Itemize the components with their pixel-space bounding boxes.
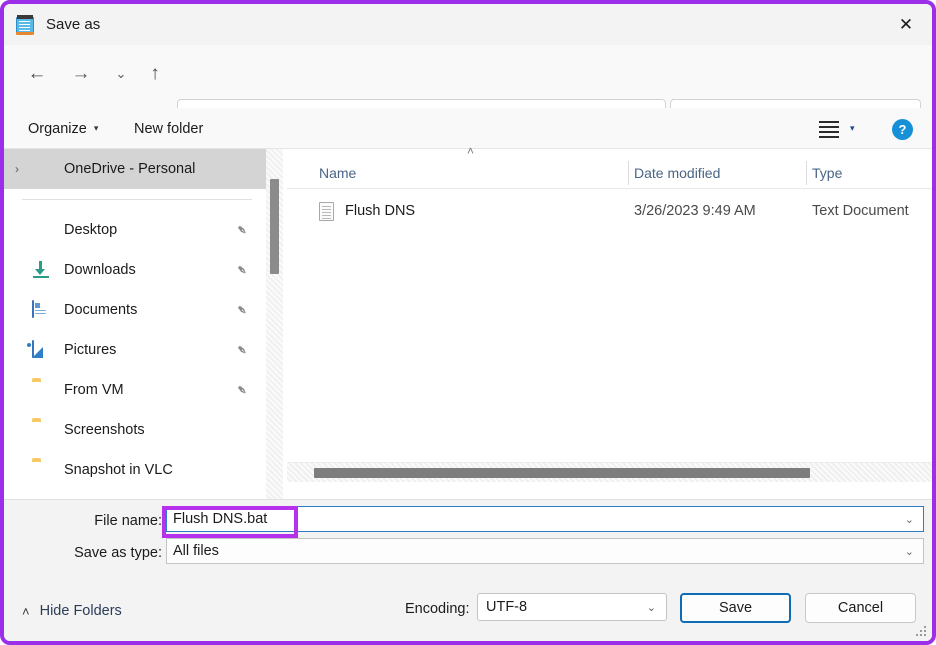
encoding-select[interactable]: UTF-8 ⌄ (477, 593, 667, 621)
sidebar-item-desktop[interactable]: Desktop ✒ (4, 210, 266, 250)
organize-button[interactable]: Organize ▾ (20, 108, 106, 149)
browser-body: › OneDrive - Personal Desktop ✒ Download… (4, 144, 932, 499)
column-header-name[interactable]: Name (319, 157, 356, 189)
chevron-down-icon[interactable]: ⌄ (905, 545, 914, 558)
sidebar-item-label: Downloads (64, 262, 136, 278)
pin-icon[interactable]: ✒ (232, 260, 253, 280)
file-list-horizontal-scrollbar[interactable] (287, 462, 932, 482)
title-bar: Save as ✕ (4, 4, 932, 45)
chevron-down-icon: ▾ (93, 123, 99, 133)
file-name-cell: Flush DNS (345, 203, 416, 219)
documents-icon (32, 299, 54, 320)
sidebar-item-label: From VM (64, 382, 124, 398)
recent-locations-icon[interactable]: ⌄ (102, 55, 140, 93)
text-file-icon (319, 201, 334, 221)
forward-icon[interactable]: → (62, 55, 100, 93)
file-type-cell: Text Document (812, 203, 909, 219)
file-list-pane: ˄ Name Date modified Type Flush DNS 3/26… (287, 144, 932, 499)
file-name-value: Flush DNS.bat (173, 511, 268, 527)
pin-icon[interactable]: ✒ (232, 300, 253, 320)
organize-label: Organize (28, 120, 87, 137)
column-header-type[interactable]: Type (812, 157, 842, 189)
close-icon[interactable]: ✕ (880, 4, 932, 45)
sidebar-item-from-vm[interactable]: From VM ✒ (4, 370, 266, 410)
file-list-scrollbar-thumb[interactable] (314, 468, 810, 478)
folder-icon (32, 421, 54, 440)
up-one-level-icon[interactable]: ↑ (136, 55, 174, 93)
sidebar-item-documents[interactable]: Documents ✒ (4, 290, 266, 330)
encoding-label: Encoding: (405, 601, 470, 617)
help-button[interactable]: ? (892, 119, 913, 140)
save-as-type-label: Save as type: (74, 545, 162, 561)
chevron-down-icon[interactable]: ⌄ (905, 513, 914, 526)
sort-ascending-icon: ˄ (467, 144, 475, 158)
column-divider[interactable] (806, 161, 807, 185)
file-name-input[interactable]: Flush DNS.bat ⌄ (166, 506, 924, 532)
downloads-icon (32, 261, 54, 280)
onedrive-cloud-icon (32, 160, 54, 179)
sidebar-item-label: OneDrive - Personal (64, 161, 196, 177)
back-icon[interactable]: ← (18, 55, 56, 93)
sidebar-item-onedrive[interactable]: › OneDrive - Personal (4, 149, 266, 189)
desktop-icon (32, 221, 54, 240)
table-row[interactable]: Flush DNS 3/26/2023 9:49 AM Text Documen… (287, 193, 932, 229)
sidebar-item-pictures[interactable]: Pictures ✒ (4, 330, 266, 370)
sidebar-scrollbar[interactable] (266, 149, 283, 499)
page-title: Save as (46, 16, 101, 33)
save-as-type-value: All files (173, 543, 219, 559)
resize-grip[interactable] (916, 626, 927, 637)
pictures-icon (32, 339, 54, 360)
sidebar-divider (22, 199, 252, 200)
column-header-date-modified[interactable]: Date modified (634, 157, 720, 189)
chevron-down-icon[interactable]: ⌄ (647, 601, 656, 614)
sidebar-item-label: Screenshots (64, 422, 145, 438)
cancel-button[interactable]: Cancel (805, 593, 916, 623)
save-as-type-select[interactable]: All files ⌄ (166, 538, 924, 564)
pin-icon[interactable]: ✒ (232, 380, 253, 400)
list-view-icon[interactable] (816, 118, 842, 140)
new-folder-label: New folder (134, 120, 204, 137)
view-options-chevron-down-icon[interactable]: ▾ (850, 123, 855, 134)
folder-icon (32, 381, 54, 400)
sidebar-item-label: Desktop (64, 222, 118, 238)
save-button[interactable]: Save (680, 593, 791, 623)
hide-folders-label: Hide Folders (39, 603, 122, 619)
sidebar-item-label: Documents (64, 302, 138, 318)
encoding-value: UTF-8 (486, 599, 528, 615)
save-form: File name: Flush DNS.bat ⌄ Save as type:… (4, 499, 932, 641)
sidebar-item-label: Pictures (64, 342, 117, 358)
pin-icon[interactable]: ✒ (232, 220, 253, 240)
chevron-up-icon: ˄ (22, 603, 30, 619)
column-header-row: Name Date modified Type (287, 157, 932, 189)
sidebar-scrollbar-thumb[interactable] (270, 179, 279, 274)
notepad-icon (16, 14, 34, 35)
save-as-dialog: Save as ✕ ← → ⌄ ↑ ⟳ › Desktop ⌄ Search D… (0, 0, 936, 645)
new-folder-button[interactable]: New folder (126, 108, 211, 149)
folder-icon (32, 461, 54, 480)
navigation-bar: ← → ⌄ ↑ ⟳ › Desktop ⌄ Search Desktop (4, 45, 932, 137)
file-date-cell: 3/26/2023 9:49 AM (634, 203, 756, 219)
sidebar-item-screenshots[interactable]: Screenshots (4, 410, 266, 450)
hide-folders-button[interactable]: ˄ Hide Folders (22, 603, 122, 619)
sidebar-item-label: Snapshot in VLC (64, 462, 173, 478)
file-name-label: File name: (94, 513, 162, 529)
chevron-right-icon[interactable]: › (4, 162, 30, 176)
sidebar-item-snapshot-in-vlc[interactable]: Snapshot in VLC (4, 450, 266, 490)
pin-icon[interactable]: ✒ (232, 340, 253, 360)
column-divider[interactable] (628, 161, 629, 185)
sidebar-item-downloads[interactable]: Downloads ✒ (4, 250, 266, 290)
command-bar: Organize ▾ New folder ▾ ? (4, 108, 932, 149)
navigation-pane: › OneDrive - Personal Desktop ✒ Download… (4, 149, 266, 499)
